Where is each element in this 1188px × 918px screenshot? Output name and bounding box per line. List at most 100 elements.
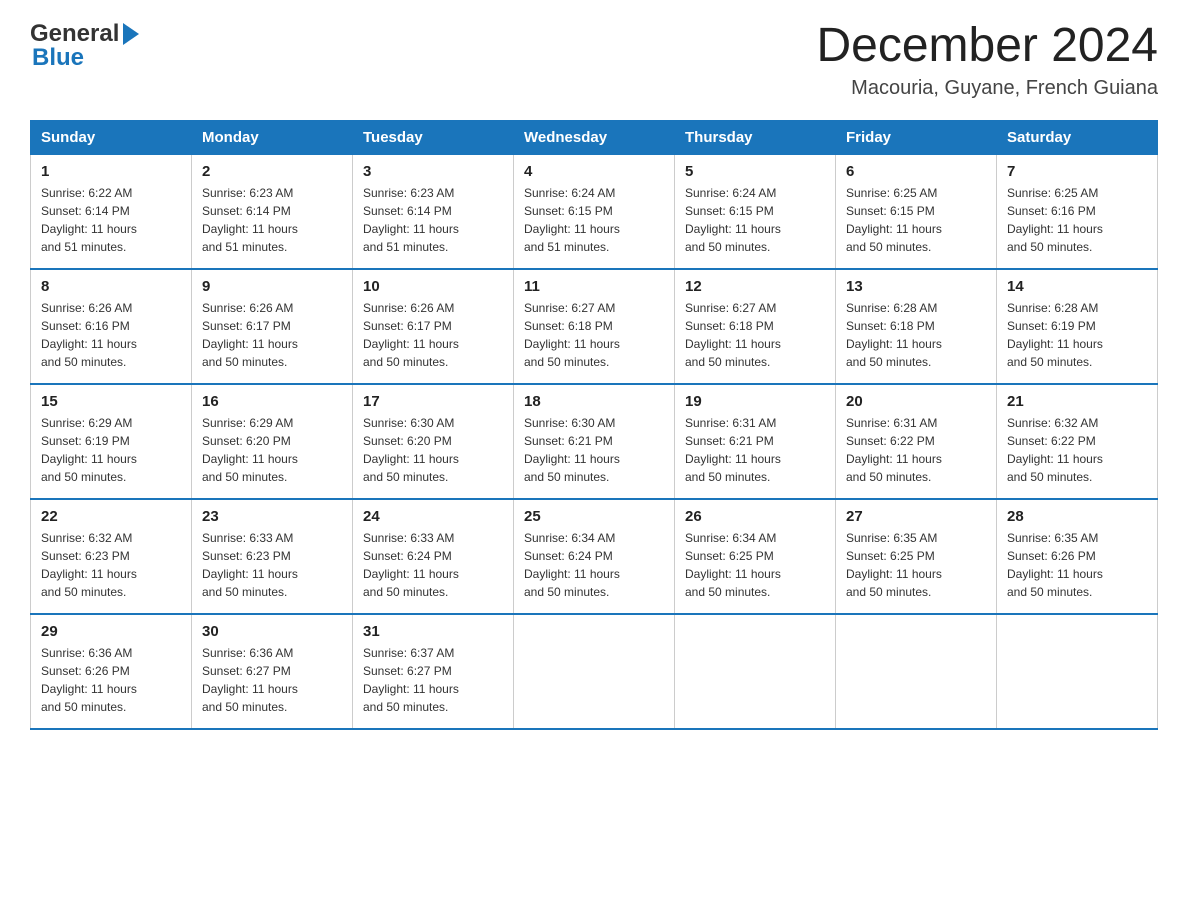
day-cell: 24 Sunrise: 6:33 AMSunset: 6:24 PMDaylig… (353, 499, 514, 614)
day-cell: 11 Sunrise: 6:27 AMSunset: 6:18 PMDaylig… (514, 269, 675, 384)
calendar-body: 1 Sunrise: 6:22 AMSunset: 6:14 PMDayligh… (31, 154, 1158, 729)
day-cell: 30 Sunrise: 6:36 AMSunset: 6:27 PMDaylig… (192, 614, 353, 729)
day-cell: 7 Sunrise: 6:25 AMSunset: 6:16 PMDayligh… (997, 154, 1158, 269)
day-info: Sunrise: 6:35 AMSunset: 6:26 PMDaylight:… (1007, 531, 1103, 599)
page-header: General Blue December 2024 Macouria, Guy… (30, 20, 1158, 100)
day-number: 25 (524, 508, 664, 525)
logo: General Blue (30, 20, 139, 72)
calendar-table: SundayMondayTuesdayWednesdayThursdayFrid… (30, 120, 1158, 731)
day-cell: 20 Sunrise: 6:31 AMSunset: 6:22 PMDaylig… (836, 384, 997, 499)
day-number: 6 (846, 163, 986, 180)
day-number: 20 (846, 393, 986, 410)
day-cell: 16 Sunrise: 6:29 AMSunset: 6:20 PMDaylig… (192, 384, 353, 499)
header-cell-monday: Monday (192, 120, 353, 154)
day-number: 29 (41, 623, 181, 640)
day-cell: 4 Sunrise: 6:24 AMSunset: 6:15 PMDayligh… (514, 154, 675, 269)
day-info: Sunrise: 6:24 AMSunset: 6:15 PMDaylight:… (524, 186, 620, 254)
day-info: Sunrise: 6:29 AMSunset: 6:19 PMDaylight:… (41, 416, 137, 484)
week-row-4: 22 Sunrise: 6:32 AMSunset: 6:23 PMDaylig… (31, 499, 1158, 614)
day-number: 4 (524, 163, 664, 180)
day-cell: 22 Sunrise: 6:32 AMSunset: 6:23 PMDaylig… (31, 499, 192, 614)
day-number: 18 (524, 393, 664, 410)
day-number: 19 (685, 393, 825, 410)
day-number: 1 (41, 163, 181, 180)
day-number: 26 (685, 508, 825, 525)
day-number: 28 (1007, 508, 1147, 525)
header-cell-friday: Friday (836, 120, 997, 154)
day-info: Sunrise: 6:22 AMSunset: 6:14 PMDaylight:… (41, 186, 137, 254)
day-info: Sunrise: 6:35 AMSunset: 6:25 PMDaylight:… (846, 531, 942, 599)
day-info: Sunrise: 6:30 AMSunset: 6:20 PMDaylight:… (363, 416, 459, 484)
day-number: 16 (202, 393, 342, 410)
month-title: December 2024 (816, 20, 1158, 73)
day-info: Sunrise: 6:24 AMSunset: 6:15 PMDaylight:… (685, 186, 781, 254)
day-info: Sunrise: 6:26 AMSunset: 6:17 PMDaylight:… (363, 301, 459, 369)
logo-blue-text: Blue (32, 44, 84, 72)
day-cell: 2 Sunrise: 6:23 AMSunset: 6:14 PMDayligh… (192, 154, 353, 269)
day-number: 27 (846, 508, 986, 525)
header-cell-thursday: Thursday (675, 120, 836, 154)
day-number: 12 (685, 278, 825, 295)
week-row-2: 8 Sunrise: 6:26 AMSunset: 6:16 PMDayligh… (31, 269, 1158, 384)
day-cell: 12 Sunrise: 6:27 AMSunset: 6:18 PMDaylig… (675, 269, 836, 384)
day-number: 17 (363, 393, 503, 410)
day-cell: 1 Sunrise: 6:22 AMSunset: 6:14 PMDayligh… (31, 154, 192, 269)
day-cell: 8 Sunrise: 6:26 AMSunset: 6:16 PMDayligh… (31, 269, 192, 384)
location-subtitle: Macouria, Guyane, French Guiana (816, 77, 1158, 100)
day-cell: 18 Sunrise: 6:30 AMSunset: 6:21 PMDaylig… (514, 384, 675, 499)
day-number: 31 (363, 623, 503, 640)
day-info: Sunrise: 6:27 AMSunset: 6:18 PMDaylight:… (524, 301, 620, 369)
day-info: Sunrise: 6:37 AMSunset: 6:27 PMDaylight:… (363, 646, 459, 714)
day-info: Sunrise: 6:26 AMSunset: 6:16 PMDaylight:… (41, 301, 137, 369)
day-number: 13 (846, 278, 986, 295)
day-cell: 25 Sunrise: 6:34 AMSunset: 6:24 PMDaylig… (514, 499, 675, 614)
day-info: Sunrise: 6:36 AMSunset: 6:26 PMDaylight:… (41, 646, 137, 714)
header-cell-wednesday: Wednesday (514, 120, 675, 154)
day-cell: 19 Sunrise: 6:31 AMSunset: 6:21 PMDaylig… (675, 384, 836, 499)
day-cell: 17 Sunrise: 6:30 AMSunset: 6:20 PMDaylig… (353, 384, 514, 499)
day-info: Sunrise: 6:36 AMSunset: 6:27 PMDaylight:… (202, 646, 298, 714)
day-cell: 23 Sunrise: 6:33 AMSunset: 6:23 PMDaylig… (192, 499, 353, 614)
day-info: Sunrise: 6:26 AMSunset: 6:17 PMDaylight:… (202, 301, 298, 369)
day-number: 23 (202, 508, 342, 525)
day-number: 8 (41, 278, 181, 295)
day-number: 30 (202, 623, 342, 640)
day-cell (675, 614, 836, 729)
day-info: Sunrise: 6:25 AMSunset: 6:15 PMDaylight:… (846, 186, 942, 254)
day-info: Sunrise: 6:33 AMSunset: 6:24 PMDaylight:… (363, 531, 459, 599)
day-number: 7 (1007, 163, 1147, 180)
day-cell: 28 Sunrise: 6:35 AMSunset: 6:26 PMDaylig… (997, 499, 1158, 614)
day-info: Sunrise: 6:32 AMSunset: 6:22 PMDaylight:… (1007, 416, 1103, 484)
day-number: 15 (41, 393, 181, 410)
day-cell: 14 Sunrise: 6:28 AMSunset: 6:19 PMDaylig… (997, 269, 1158, 384)
day-number: 22 (41, 508, 181, 525)
week-row-3: 15 Sunrise: 6:29 AMSunset: 6:19 PMDaylig… (31, 384, 1158, 499)
day-cell: 29 Sunrise: 6:36 AMSunset: 6:26 PMDaylig… (31, 614, 192, 729)
day-cell (997, 614, 1158, 729)
day-info: Sunrise: 6:28 AMSunset: 6:18 PMDaylight:… (846, 301, 942, 369)
day-info: Sunrise: 6:25 AMSunset: 6:16 PMDaylight:… (1007, 186, 1103, 254)
week-row-1: 1 Sunrise: 6:22 AMSunset: 6:14 PMDayligh… (31, 154, 1158, 269)
day-cell: 15 Sunrise: 6:29 AMSunset: 6:19 PMDaylig… (31, 384, 192, 499)
day-cell: 31 Sunrise: 6:37 AMSunset: 6:27 PMDaylig… (353, 614, 514, 729)
day-number: 3 (363, 163, 503, 180)
calendar-header: SundayMondayTuesdayWednesdayThursdayFrid… (31, 120, 1158, 154)
day-number: 14 (1007, 278, 1147, 295)
day-number: 5 (685, 163, 825, 180)
header-cell-sunday: Sunday (31, 120, 192, 154)
day-number: 10 (363, 278, 503, 295)
day-cell: 5 Sunrise: 6:24 AMSunset: 6:15 PMDayligh… (675, 154, 836, 269)
day-info: Sunrise: 6:29 AMSunset: 6:20 PMDaylight:… (202, 416, 298, 484)
day-cell: 10 Sunrise: 6:26 AMSunset: 6:17 PMDaylig… (353, 269, 514, 384)
day-info: Sunrise: 6:23 AMSunset: 6:14 PMDaylight:… (363, 186, 459, 254)
day-info: Sunrise: 6:32 AMSunset: 6:23 PMDaylight:… (41, 531, 137, 599)
day-info: Sunrise: 6:28 AMSunset: 6:19 PMDaylight:… (1007, 301, 1103, 369)
day-cell: 21 Sunrise: 6:32 AMSunset: 6:22 PMDaylig… (997, 384, 1158, 499)
day-cell: 9 Sunrise: 6:26 AMSunset: 6:17 PMDayligh… (192, 269, 353, 384)
header-cell-saturday: Saturday (997, 120, 1158, 154)
day-info: Sunrise: 6:31 AMSunset: 6:22 PMDaylight:… (846, 416, 942, 484)
day-cell: 26 Sunrise: 6:34 AMSunset: 6:25 PMDaylig… (675, 499, 836, 614)
day-info: Sunrise: 6:33 AMSunset: 6:23 PMDaylight:… (202, 531, 298, 599)
day-number: 2 (202, 163, 342, 180)
title-block: December 2024 Macouria, Guyane, French G… (816, 20, 1158, 100)
